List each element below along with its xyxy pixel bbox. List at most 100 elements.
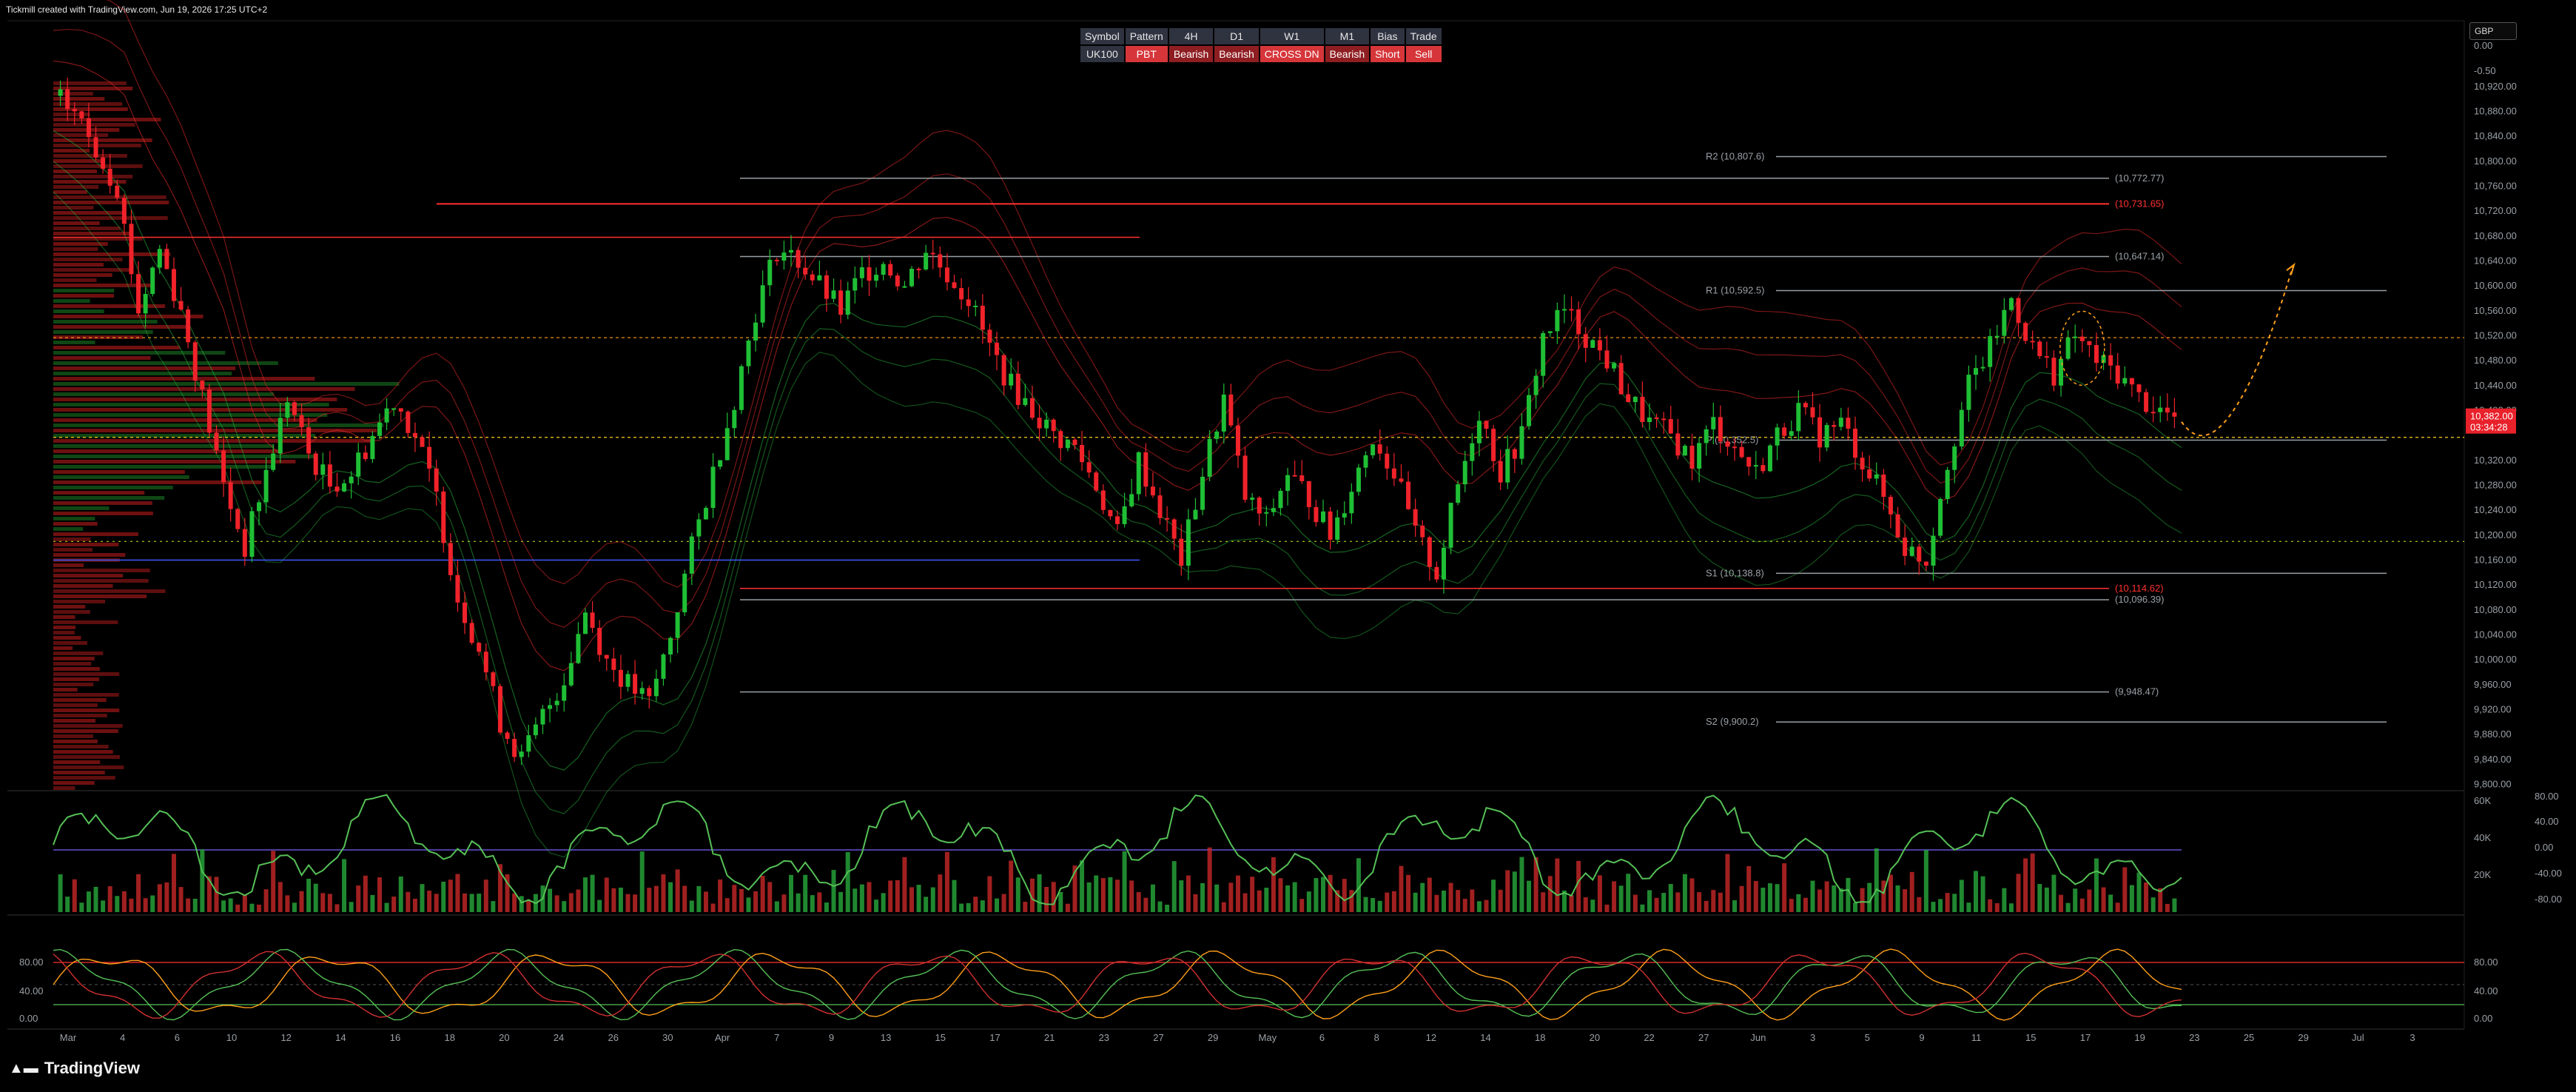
volume-profile-bar — [53, 600, 106, 603]
volume-profile-bar — [53, 532, 138, 536]
time-tick-label: 29 — [1208, 1032, 1218, 1043]
candle-body — [398, 408, 403, 412]
volume-bar — [753, 891, 759, 912]
volume-profile-bar — [53, 553, 126, 557]
candle-body — [611, 658, 616, 670]
volume-bar — [249, 903, 255, 912]
candle-body — [739, 366, 744, 410]
price-chart[interactable]: R2 (10,807.6) (10,772.77) (10,731.65) (10,6… — [0, 0, 2576, 1092]
volume-profile-bar — [53, 651, 104, 655]
candle-body — [1186, 519, 1191, 566]
volume-bar — [1675, 892, 1681, 912]
candle-body — [1080, 444, 1085, 463]
volume-profile-bar — [53, 677, 100, 681]
volume-bar — [2023, 858, 2028, 912]
candle-body — [1427, 537, 1432, 567]
candle-body — [448, 543, 453, 575]
candle-body — [583, 612, 588, 634]
price-tick-label: 10,640.00 — [2474, 255, 2517, 267]
volume-bar — [1051, 882, 1056, 912]
volume-bar — [1817, 889, 1823, 912]
price-tick-label: 10,760.00 — [2474, 181, 2517, 192]
time-tick-label: 16 — [390, 1032, 400, 1043]
candle-body — [2073, 336, 2078, 338]
time-tick-label: 12 — [1426, 1032, 1436, 1043]
volume-bar — [242, 894, 247, 912]
volume-bar — [675, 869, 680, 912]
time-tick-label: May — [1259, 1032, 1277, 1043]
volume-bar — [1015, 877, 1020, 912]
volume-bar — [235, 904, 241, 912]
volume-bar — [959, 903, 964, 912]
volume-bar — [1626, 874, 1631, 912]
candle-body — [1732, 446, 1738, 449]
volume-bar — [2087, 889, 2092, 912]
candle-body — [2023, 323, 2028, 341]
volume-bar — [881, 893, 886, 912]
candle-body — [242, 529, 247, 557]
volume-bar — [143, 898, 148, 912]
volume-bar — [2144, 882, 2149, 912]
volume-bar — [1973, 871, 1978, 912]
candle-body — [1314, 507, 1319, 523]
candle-body — [1604, 350, 1610, 369]
volume-bar — [1590, 900, 1595, 912]
volume-bar — [1385, 892, 1390, 912]
candle-body — [924, 252, 929, 269]
volume-bar — [1023, 902, 1028, 912]
volume-bar — [2002, 888, 2007, 912]
volume-bar — [1909, 871, 1914, 912]
volume-bar — [653, 885, 659, 912]
candle-body — [1590, 340, 1595, 348]
volume-profile-bar — [53, 304, 166, 308]
candle-body — [689, 536, 694, 574]
candle-body — [1150, 486, 1155, 496]
volume-bar — [718, 879, 723, 912]
candle-body — [157, 249, 162, 268]
volume-bar — [1228, 882, 1234, 912]
volume-bar — [1959, 880, 1964, 912]
volume-profile-bar — [53, 501, 152, 505]
volume-bar — [1505, 870, 1510, 912]
candle-body — [753, 322, 759, 341]
time-tick-label: 15 — [935, 1032, 946, 1043]
volume-bar — [2165, 903, 2170, 912]
volume-bar — [583, 877, 588, 912]
volume-bar — [803, 874, 808, 912]
volume-profile-bar — [53, 734, 93, 738]
volume-bar — [1604, 904, 1610, 912]
candle-body — [2030, 341, 2035, 343]
volume-profile-bar — [53, 252, 171, 256]
volume-bar — [1668, 883, 1673, 912]
volume-bar — [1931, 902, 1936, 912]
volume-profile-bar — [53, 346, 181, 349]
candle-body — [377, 422, 382, 436]
volume-profile-bar — [53, 299, 90, 303]
oscillator-axis-label: 40.00 — [2535, 816, 2559, 827]
candle-body — [455, 575, 460, 603]
stochastic-axis-label-right: 0.00 — [2474, 1013, 2492, 1024]
volume-profile-bar — [53, 527, 84, 531]
volume-profile-bar — [53, 563, 84, 567]
volume-profile-bar — [53, 138, 152, 142]
volume-profile-bar — [53, 574, 124, 577]
candle-body — [313, 453, 318, 475]
candle-body — [164, 249, 169, 269]
level-label: R2 (10,807.6) — [1706, 150, 1765, 161]
candle-body — [1753, 465, 1758, 467]
volume-bar — [1448, 882, 1453, 912]
price-tick-label: 9,920.00 — [2474, 704, 2512, 715]
candle-body — [93, 137, 98, 158]
candle-body — [1356, 467, 1361, 492]
candle-body — [774, 259, 779, 261]
candle-body — [647, 688, 652, 697]
candle-body — [349, 476, 354, 483]
candle-body — [2150, 412, 2156, 414]
candle-body — [1385, 453, 1390, 469]
candle-body — [1108, 509, 1113, 517]
volume-bar — [668, 882, 673, 912]
volume-bar — [888, 880, 893, 912]
candle-body — [1632, 396, 1638, 403]
candle-body — [79, 111, 84, 118]
candle-body — [1973, 368, 1978, 375]
